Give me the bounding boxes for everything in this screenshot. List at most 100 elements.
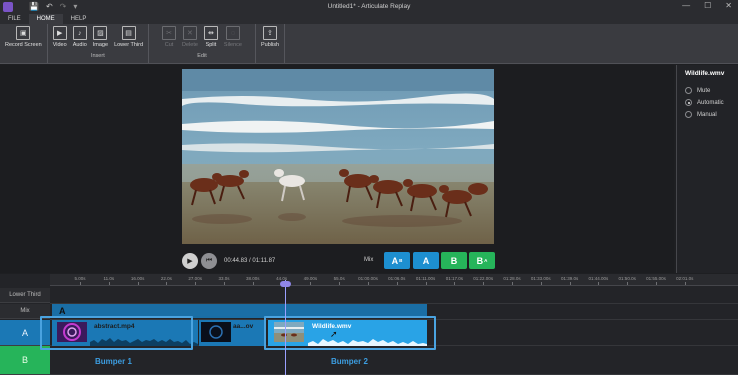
- ruler-tick-label: 49.00s: [303, 276, 318, 281]
- ruler-tick-label: 11.0s: [103, 276, 115, 281]
- ruler-tick-label: 01:00.00s: [358, 276, 378, 281]
- skip-back-icon: ⏮: [205, 257, 213, 264]
- cut-button[interactable]: ✂ Cut: [159, 24, 179, 52]
- bumper-2-label: Bumper 2: [331, 357, 368, 366]
- track-label-b: B: [0, 346, 50, 375]
- player-controls: ▶ ⏮ 00:44.83 / 01:11.87 Mix AB A B BA: [182, 251, 495, 271]
- ruler-tick-mark: [569, 282, 571, 285]
- ruler-tick-mark: [195, 282, 197, 285]
- mix-label: Mix: [364, 257, 374, 263]
- ruler-tick-mark: [224, 282, 225, 285]
- radio-automatic[interactable]: Automatic: [685, 99, 730, 106]
- ruler-tick-mark: [339, 282, 341, 285]
- ruler-tick-label: 01:06.0s: [388, 276, 406, 281]
- ruler-tick-mark: [425, 282, 427, 285]
- publish-group: ⇪ Publish: [256, 24, 286, 63]
- ruler-tick-label: 27.00s: [188, 276, 202, 281]
- lane-b: [50, 346, 738, 375]
- radio-automatic-indicator: [685, 99, 692, 106]
- publish-icon: ⇪: [262, 26, 277, 40]
- insert-group-label: Insert: [90, 53, 105, 59]
- ruler-tick-label: 22.0s: [160, 276, 172, 281]
- insert-video-button[interactable]: ▶ Video: [50, 24, 70, 52]
- play-button[interactable]: ▶: [182, 253, 198, 269]
- ruler-tick-label: 38.00s: [246, 276, 260, 281]
- ruler-tick-mark: [656, 282, 657, 285]
- ruler-tick-mark: [137, 282, 139, 285]
- close-button[interactable]: ✕: [725, 1, 732, 10]
- audio-icon: ♪: [72, 26, 87, 40]
- mix-b-button[interactable]: B: [441, 252, 467, 269]
- ruler-tick-label: 16.00s: [130, 276, 145, 281]
- clip-middle[interactable]: aa...ov: [199, 320, 265, 346]
- ruler-tick-label: 55.0s: [333, 276, 345, 281]
- publish-button[interactable]: ⇪ Publish: [258, 24, 282, 52]
- ruler-tick-mark: [454, 282, 456, 285]
- ribbon-tabs: FILE HOME HELP: [0, 14, 738, 24]
- record-screen-icon: ▣: [16, 26, 31, 40]
- rewind-button[interactable]: ⏮: [201, 253, 217, 269]
- bumper-1-label: Bumper 1: [95, 357, 132, 366]
- insert-image-button[interactable]: ▨ Image: [90, 24, 111, 52]
- mix-b-with-a-button[interactable]: BA: [469, 252, 495, 269]
- track-label-lower-third: Lower Third: [0, 288, 50, 303]
- insert-audio-button[interactable]: ♪ Audio: [70, 24, 90, 52]
- mix-a-button[interactable]: A: [413, 252, 439, 269]
- ruler-tick-label: 01:11.00s: [415, 276, 436, 281]
- ruler-tick-label: 5.00s: [74, 276, 86, 281]
- tab-home[interactable]: HOME: [28, 14, 63, 24]
- radio-manual-indicator: [685, 111, 692, 118]
- edit-group: ✂ Cut ✕ Delete ⇹ Split ◌ Silence Edit: [149, 24, 256, 63]
- horses-on-beach-frame: [182, 69, 494, 244]
- middle-thumbnail: [201, 322, 231, 342]
- play-icon: ▶: [187, 258, 193, 265]
- ribbon: ▣ Record Screen ▶ Video ♪ Audio ▨ Image …: [0, 24, 738, 64]
- ruler-tick-mark: [396, 282, 398, 285]
- tab-file[interactable]: FILE: [0, 14, 29, 24]
- tab-help[interactable]: HELP: [63, 14, 95, 24]
- title-bar: 💾 ↶ ↷ ▾ Untitled1* - Articulate Replay —…: [0, 0, 738, 14]
- ruler-tick-label: 01:39.0s: [560, 276, 579, 281]
- bumper-2-outline: [264, 316, 436, 350]
- radio-mute[interactable]: Mute: [685, 87, 730, 94]
- split-icon: ⇹: [203, 26, 218, 40]
- radio-manual[interactable]: Manual: [685, 111, 730, 118]
- ruler-tick-label: 01:50.0s: [618, 276, 636, 281]
- ruler-tick-mark: [252, 282, 254, 285]
- radio-mute-indicator: [685, 87, 692, 94]
- ruler-tick-mark: [598, 282, 600, 285]
- image-icon: ▨: [93, 26, 108, 40]
- ruler-tick-mark: [684, 282, 686, 285]
- ruler-tick-label: 01:55.00s: [646, 276, 666, 281]
- record-screen-button[interactable]: ▣ Record Screen: [2, 24, 45, 52]
- ruler-tick-mark: [627, 282, 629, 285]
- ruler-tick-label: 01:33.00s: [530, 276, 551, 281]
- timeline-ruler[interactable]: 5.00s 11.0s 16.00s 22.0s 27.00s 33.0s 38.00s 44…: [50, 274, 738, 286]
- delete-icon: ✕: [182, 26, 197, 40]
- ruler-tick-mark: [540, 282, 542, 285]
- playhead-line[interactable]: [285, 280, 286, 375]
- ruler-tick-mark: [310, 282, 312, 285]
- ruler-tick-mark: [166, 282, 168, 285]
- lane-lower-third: [50, 288, 738, 304]
- minimize-button[interactable]: —: [682, 1, 690, 10]
- ruler-tick-mark: [80, 282, 81, 285]
- timeline: 5.00s 11.0s 16.00s 22.0s 27.00s 33.0s 38.00s 44…: [0, 274, 738, 375]
- mix-a-with-b-button[interactable]: AB: [384, 252, 410, 269]
- ruler-tick-label: 01:22.00s: [473, 276, 494, 281]
- delete-button[interactable]: ✕ Delete: [179, 24, 201, 52]
- edit-group-label: Edit: [197, 53, 207, 59]
- playhead-handle[interactable]: [280, 281, 291, 287]
- clip-middle-title: aa...ov: [233, 323, 254, 330]
- ruler-tick-mark: [368, 282, 369, 285]
- window-title: Untitled1* - Articulate Replay: [327, 3, 411, 10]
- maximize-button[interactable]: ☐: [704, 1, 711, 10]
- bumper-1-outline: [40, 316, 193, 350]
- lower-third-icon: ▤: [121, 26, 136, 40]
- record-group: ▣ Record Screen: [0, 24, 48, 63]
- silence-icon: ◌: [225, 26, 240, 40]
- insert-lower-third-button[interactable]: ▤ Lower Third: [111, 24, 146, 52]
- properties-panel: Wildlife.wmv Mute Automatic Manual: [676, 65, 738, 273]
- silence-button[interactable]: ◌ Silence: [221, 24, 245, 52]
- split-button[interactable]: ⇹ Split: [201, 24, 221, 52]
